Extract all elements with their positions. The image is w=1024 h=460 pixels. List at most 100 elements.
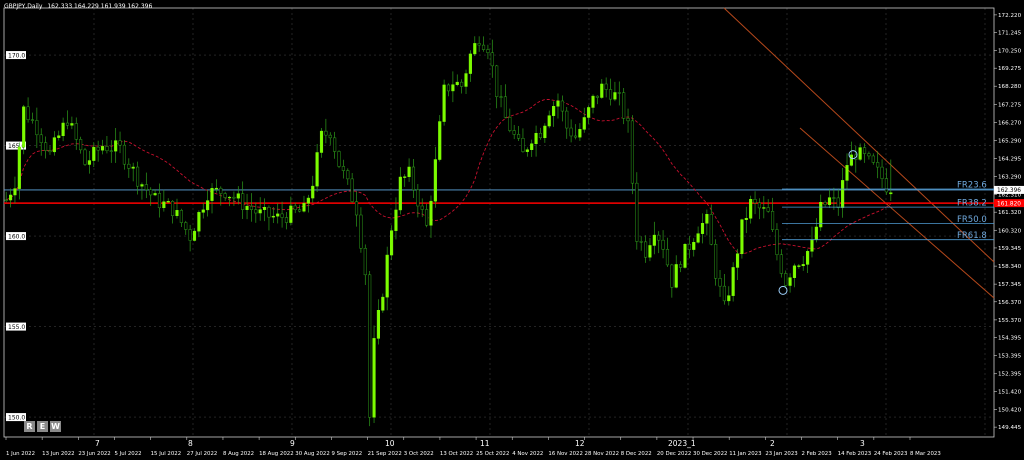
candle	[626, 108, 630, 133]
y-tick-label: 171.245	[998, 31, 1022, 37]
bear-candle-body	[569, 127, 573, 137]
bear-candle-body	[249, 205, 253, 210]
candle	[57, 130, 61, 141]
candle	[35, 107, 39, 148]
candle	[543, 123, 547, 143]
candle	[267, 205, 271, 231]
bear-candle-body	[503, 96, 507, 118]
bull-candle-body	[22, 106, 26, 148]
candle	[192, 228, 197, 242]
bull-candle-body	[442, 84, 446, 122]
time-axis: 1 Jun 2022 13 Jun 2022 23 Jun 2022 5 Jul 20…	[5, 437, 941, 457]
bull-candle-body	[700, 223, 705, 234]
candle	[407, 158, 411, 182]
y-tick-label: 169.275	[998, 66, 1022, 72]
bear-candle-body	[341, 166, 345, 171]
bull-candle-body	[162, 201, 166, 209]
bull-candle-body	[889, 192, 893, 195]
candlestick-chart[interactable]: 170.0165.0160.0155.0150.0 FR23.6 FR38.2 FR…	[0, 0, 1024, 460]
candle	[613, 81, 617, 102]
bull-candle-body	[201, 209, 205, 213]
y-tick-label: 161.320	[998, 210, 1022, 216]
bear-candle-body	[425, 209, 429, 226]
bear-candle-body	[779, 254, 783, 274]
bear-candle-body	[753, 199, 757, 204]
candle	[451, 71, 455, 103]
candle	[806, 249, 810, 273]
candle	[836, 188, 840, 216]
bear-candle-body	[420, 205, 424, 210]
bear-candle-body	[771, 211, 775, 230]
bear-candle-body	[416, 189, 420, 207]
candle	[398, 167, 402, 215]
bull-candle-body	[749, 199, 753, 219]
bear-candle-body	[709, 214, 713, 245]
candle	[333, 131, 337, 159]
bull-candle-body	[131, 166, 135, 169]
fib-anchor-low	[778, 285, 788, 295]
bull-candle-body	[385, 254, 389, 298]
candle	[560, 95, 564, 122]
bear-candle-body	[832, 197, 836, 199]
x-tick-label: 15 Jul 2022	[151, 451, 182, 457]
y-tick-label: 152.395	[998, 372, 1022, 378]
candle	[573, 124, 578, 140]
candle	[460, 79, 464, 94]
bull-candle-body	[797, 265, 801, 267]
bull-candle-body	[9, 194, 13, 201]
bull-candle-body	[827, 197, 832, 205]
bear-candle-body	[784, 273, 788, 286]
bull-candle-body	[403, 176, 407, 178]
bull-candle-body	[306, 197, 310, 204]
candle	[376, 299, 380, 345]
x-tick-label: 9 Sep 2022	[331, 451, 362, 457]
period-label: 9	[290, 439, 295, 448]
fib-level-label: FR50.0	[957, 215, 987, 225]
bear-candle-body	[44, 142, 48, 151]
y-tick-label: 157.345	[998, 282, 1022, 288]
candle	[714, 239, 718, 286]
bull-candle-body	[192, 230, 197, 241]
x-tick-label: 25 Oct 2022	[476, 451, 509, 457]
candle	[105, 136, 109, 154]
candle	[810, 226, 814, 258]
button-r[interactable]: R	[24, 421, 35, 432]
candle	[670, 263, 674, 298]
candle	[832, 187, 836, 210]
bear-candle-body	[188, 229, 192, 241]
chart-grid: 170.0165.0160.0155.0150.0	[3, 7, 995, 438]
bull-candle-body	[814, 226, 818, 240]
button-e[interactable]: E	[37, 421, 48, 432]
candle	[700, 213, 705, 244]
bear-candle-body	[39, 134, 43, 143]
candle	[709, 204, 713, 246]
chart-frame	[3, 7, 995, 438]
candle	[600, 79, 604, 99]
bear-candle-body	[109, 150, 113, 152]
candle	[788, 273, 792, 293]
candle	[705, 209, 709, 236]
candle	[757, 198, 761, 220]
bull-candle-body	[258, 209, 262, 214]
bear-candle-body	[354, 201, 359, 216]
bear-candle-body	[722, 285, 726, 302]
bull-candle-body	[372, 338, 376, 418]
candle	[652, 221, 656, 255]
bear-candle-body	[350, 178, 354, 202]
bear-candle-body	[517, 134, 521, 139]
candle	[679, 261, 683, 273]
bear-candle-body	[79, 139, 83, 151]
bull-candle-body	[845, 165, 849, 181]
candle	[867, 151, 871, 160]
fib-level-label: FR38.2	[957, 199, 987, 209]
candle	[508, 108, 512, 133]
bear-candle-body	[867, 153, 871, 157]
fib-level-label: FR23.6	[957, 181, 987, 191]
candle	[841, 167, 845, 218]
candle	[665, 237, 670, 268]
button-w[interactable]: W	[50, 421, 61, 432]
candle	[223, 191, 227, 201]
candle	[258, 197, 262, 221]
candle	[490, 39, 494, 78]
bear-candle-body	[608, 89, 613, 100]
